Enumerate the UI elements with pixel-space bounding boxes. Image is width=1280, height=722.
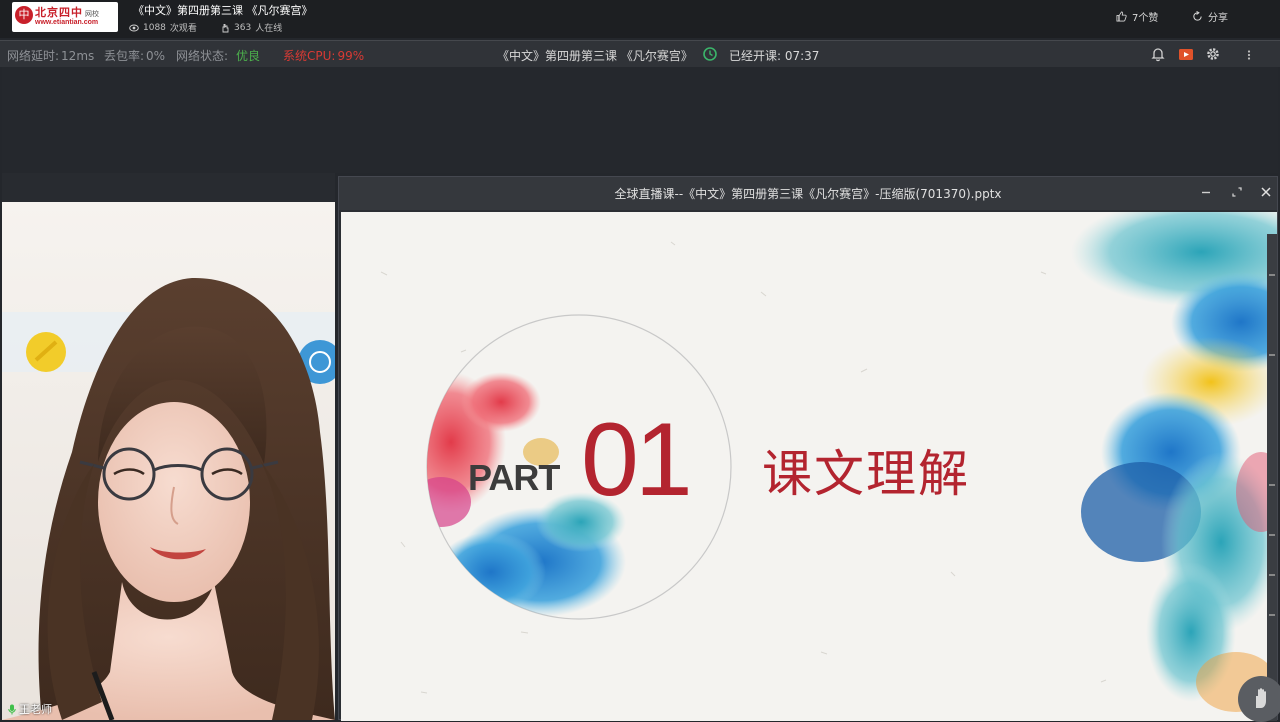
logo-seal-icon: 中 (15, 6, 33, 24)
view-count-value: 1088 (143, 22, 166, 33)
teacher-video[interactable]: 王老师 (2, 202, 335, 720)
more-icon[interactable] (1247, 50, 1251, 60)
online-count-label: 人在线 (255, 24, 283, 34)
thumbs-up-icon (1116, 11, 1127, 22)
school-logo[interactable]: 中 北京四中 网校 www.etiantian.com (12, 2, 118, 32)
network-status-label: 网络状态: (176, 49, 229, 63)
cpu-value: 99% (337, 49, 365, 63)
like-count: 7个赞 (1132, 13, 1159, 24)
close-icon[interactable] (1259, 185, 1273, 199)
teacher-name-tag: 王老师 (8, 701, 52, 717)
course-title: 《中文》第四册第三课 《凡尔赛宫》 (497, 49, 693, 63)
slide-side-toolbar[interactable] (1267, 234, 1277, 721)
logo-url: www.etiantian.com (35, 19, 99, 26)
teacher-name: 王老师 (19, 703, 52, 716)
latency-stat: 网络延时: 12ms (7, 47, 94, 64)
minimize-icon[interactable] (1199, 185, 1213, 199)
logo-name-suffix: 网校 (85, 10, 99, 18)
document-title: 全球直播课--《中文》第四册第三课《凡尔赛宫》-压缩版(701370).pptx (614, 187, 1002, 201)
clock-icon (703, 47, 717, 61)
part-label: PART (468, 457, 560, 498)
online-count-value: 363 (234, 22, 252, 33)
maximize-icon[interactable] (1230, 185, 1244, 199)
eye-icon (129, 24, 139, 31)
logo-name: 北京四中 网校 (35, 4, 99, 20)
section-title: 课文理解 (762, 445, 970, 503)
bell-icon[interactable] (1150, 46, 1166, 62)
video-header-strip (2, 173, 335, 202)
share-button[interactable]: 分享 (1192, 9, 1228, 24)
packet-loss-label: 丢包率: (104, 49, 145, 63)
stage-area (2, 67, 1278, 173)
online-count: 363 人在线 (220, 21, 282, 34)
packet-loss-value: 0% (146, 49, 166, 63)
microphone-icon (8, 704, 16, 714)
toolbar-tick (1269, 484, 1275, 486)
like-button[interactable]: 7个赞 (1116, 9, 1158, 24)
view-count-label: 次观看 (169, 24, 197, 34)
teacher-video-frame (2, 202, 335, 720)
toolbar-tick (1269, 574, 1275, 576)
toolbar-tick (1269, 614, 1275, 616)
network-status-value: 优良 (236, 49, 261, 63)
latency-label: 网络延时: (7, 49, 60, 63)
top-header: 中 北京四中 网校 www.etiantian.com 《中文》第四册第三课 《凡… (0, 0, 1280, 38)
raise-hand-icon (1256, 688, 1266, 708)
share-label: 分享 (1208, 13, 1228, 24)
part-number: 01 (581, 402, 693, 518)
gear-icon[interactable] (1205, 46, 1221, 62)
elapsed-time: 已经开课: 07:37 (729, 49, 820, 63)
logo-name-cn: 北京四中 (35, 6, 83, 19)
toolbar-tick (1269, 274, 1275, 276)
video-icon[interactable] (1178, 46, 1194, 62)
packet-loss-stat: 丢包率: 0% (104, 47, 165, 64)
toolbar-tick (1269, 354, 1275, 356)
cpu-label: 系统CPU: (283, 49, 336, 63)
share-icon (1193, 11, 1202, 21)
slide-canvas: PART 01 课文理解 (341, 212, 1277, 721)
live-title: 《中文》第四册第三课 《凡尔赛宫》 (133, 4, 313, 17)
network-status-stat: 网络状态: 优良 (176, 47, 260, 64)
status-bar: 网络延时: 12ms 丢包率: 0% 网络状态: 优良 系统CPU: 99% 《中文》第… (0, 40, 1280, 67)
toolbar-tick (1269, 534, 1275, 536)
view-count: 1088 次观看 (129, 21, 197, 34)
document-window: 全球直播课--《中文》第四册第三课《凡尔赛宫》-压缩版(701370).pptx (338, 176, 1278, 721)
raise-hand-button[interactable] (1238, 676, 1280, 722)
document-titlebar[interactable]: 全球直播课--《中文》第四册第三课《凡尔赛宫》-压缩版(701370).pptx (339, 177, 1277, 210)
latency-value: 12ms (61, 49, 95, 63)
hand-icon (222, 23, 229, 32)
cpu-stat: 系统CPU: 99% (283, 47, 364, 64)
